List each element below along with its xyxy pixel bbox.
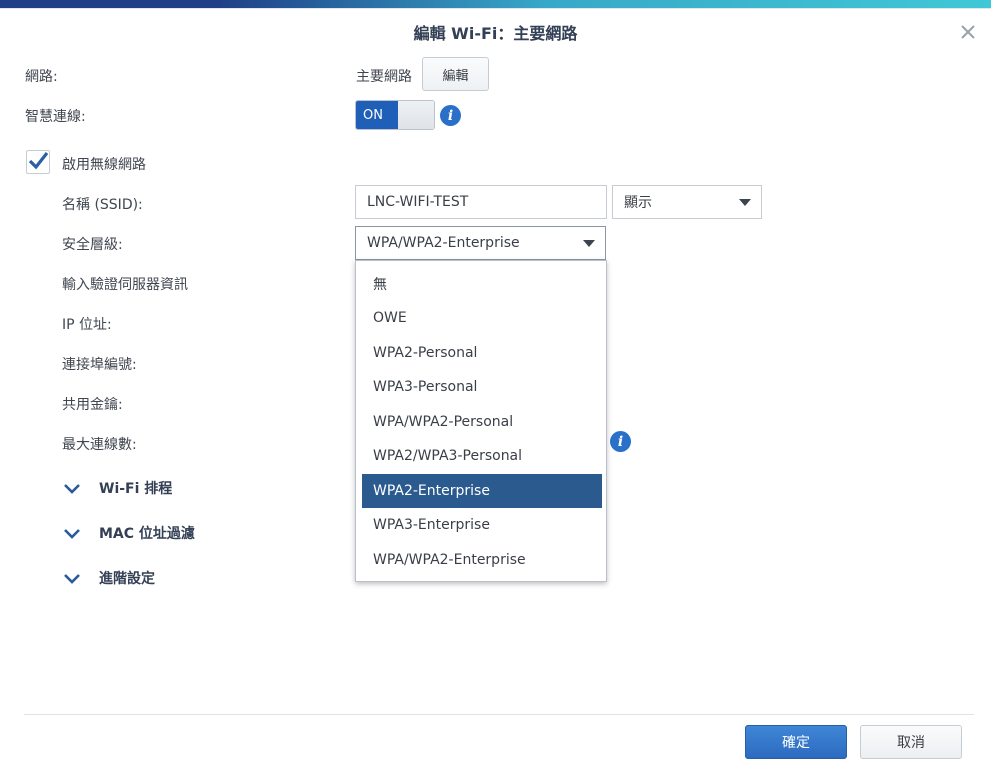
dropdown-option-wpa2-wpa3-personal[interactable]: WPA2/WPA3-Personal bbox=[362, 439, 602, 473]
info-icon[interactable]: i bbox=[610, 431, 631, 452]
footer-divider bbox=[24, 714, 974, 715]
section-label: 進階設定 bbox=[99, 571, 155, 587]
network-value: 主要網路 bbox=[356, 69, 412, 85]
port-number-label: 連接埠編號: bbox=[62, 357, 137, 373]
ssid-visibility-value: 顯示 bbox=[624, 195, 652, 211]
ssid-input[interactable]: LNC-WIFI-TEST bbox=[355, 185, 607, 219]
dropdown-option-wpa-wpa2-enterprise[interactable]: WPA/WPA2-Enterprise bbox=[362, 543, 602, 577]
ssid-visibility-select[interactable]: 顯示 bbox=[612, 185, 762, 219]
section-advanced[interactable]: 進階設定 bbox=[62, 566, 155, 590]
enable-wireless-checkbox[interactable] bbox=[26, 150, 50, 174]
security-label: 安全層級: bbox=[62, 237, 123, 253]
dialog-title: 編輯 Wi-Fi：主要網路 bbox=[413, 24, 578, 43]
confirm-button[interactable]: 確定 bbox=[745, 725, 847, 759]
section-wifi-schedule[interactable]: Wi-Fi 排程 bbox=[62, 476, 172, 500]
cancel-button[interactable]: 取消 bbox=[860, 725, 962, 759]
checkmark-icon bbox=[28, 152, 49, 170]
dropdown-option-none[interactable]: 無 bbox=[362, 267, 602, 301]
smart-connect-label: 智慧連線: bbox=[25, 109, 86, 125]
ssid-input-value: LNC-WIFI-TEST bbox=[367, 194, 469, 210]
chevron-down-icon bbox=[64, 529, 80, 539]
toggle-knob bbox=[398, 101, 434, 129]
dropdown-option-wpa2-enterprise[interactable]: WPA2-Enterprise bbox=[362, 474, 602, 508]
chevron-down-icon bbox=[64, 484, 80, 494]
dropdown-option-owe[interactable]: OWE bbox=[362, 301, 602, 335]
dropdown-option-wpa-wpa2-personal[interactable]: WPA/WPA2-Personal bbox=[362, 405, 602, 439]
security-level-value: WPA/WPA2-Enterprise bbox=[367, 235, 520, 251]
edit-network-button[interactable]: 編輯 bbox=[422, 57, 489, 91]
shared-key-label: 共用金鑰: bbox=[62, 397, 123, 413]
ip-address-label: IP 位址: bbox=[62, 317, 112, 333]
section-label: Wi-Fi 排程 bbox=[99, 481, 173, 497]
dropdown-option-wpa3-personal[interactable]: WPA3-Personal bbox=[362, 370, 602, 404]
enable-wireless-label: 啟用無線網路 bbox=[62, 157, 146, 173]
max-connections-label: 最大連線數: bbox=[62, 437, 137, 453]
dropdown-option-wpa3-enterprise[interactable]: WPA3-Enterprise bbox=[362, 508, 602, 542]
close-icon[interactable] bbox=[956, 20, 980, 44]
security-level-select[interactable]: WPA/WPA2-Enterprise bbox=[355, 226, 606, 260]
security-level-dropdown: 無 OWE WPA2-Personal WPA3-Personal WPA/WP… bbox=[355, 260, 607, 582]
window-top-accent-bar bbox=[0, 0, 991, 8]
caret-down-icon bbox=[583, 240, 595, 247]
smart-connect-toggle[interactable]: ON bbox=[355, 100, 435, 130]
toggle-on-label: ON bbox=[356, 101, 398, 129]
dropdown-option-wpa2-personal[interactable]: WPA2-Personal bbox=[362, 336, 602, 370]
info-icon[interactable]: i bbox=[440, 105, 461, 126]
caret-down-icon bbox=[739, 199, 751, 206]
header-divider bbox=[0, 8, 991, 9]
network-label: 網路: bbox=[25, 69, 58, 85]
section-label: MAC 位址過濾 bbox=[99, 526, 195, 542]
chevron-down-icon bbox=[64, 574, 80, 584]
ssid-label: 名稱 (SSID): bbox=[62, 197, 143, 213]
auth-server-label: 輸入驗證伺服器資訊 bbox=[62, 277, 188, 293]
section-mac-filter[interactable]: MAC 位址過濾 bbox=[62, 521, 195, 545]
